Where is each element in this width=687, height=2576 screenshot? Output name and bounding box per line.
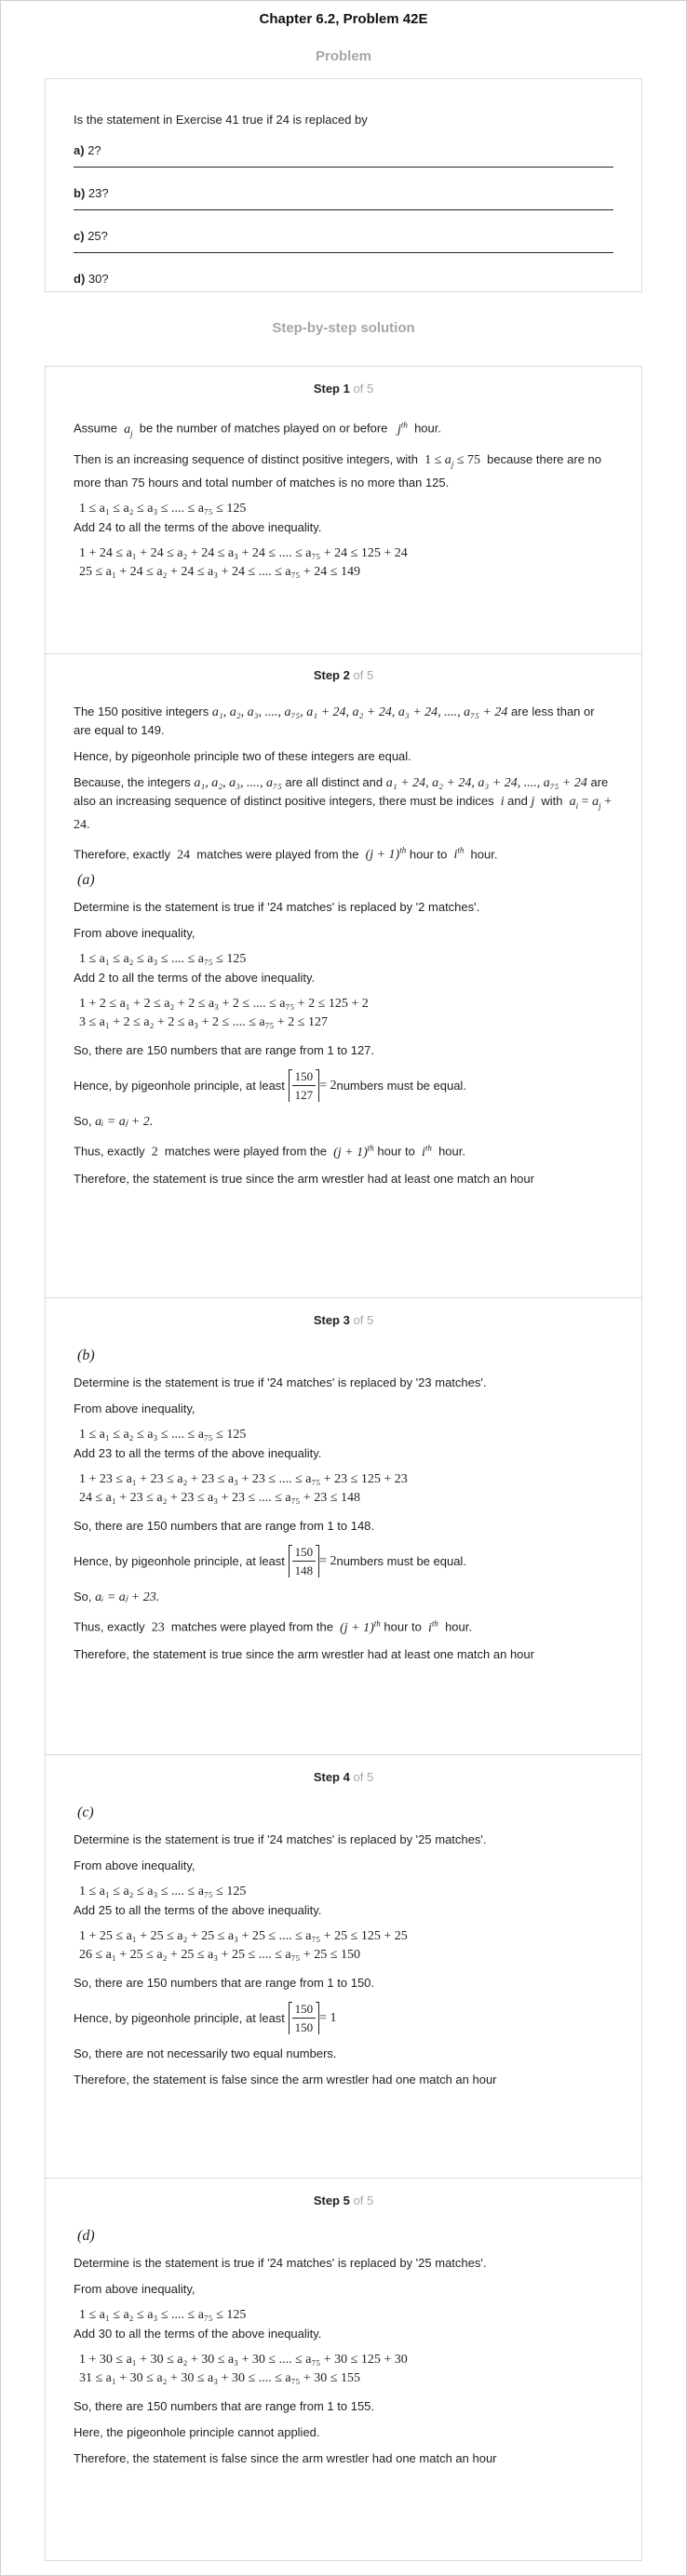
option-a: a) 2? bbox=[74, 138, 613, 168]
problem-statement: Is the statement in Exercise 41 true if … bbox=[74, 113, 368, 127]
inequality: 1 ≤ a₁ ≤ a₂ ≤ a₃ ≤ .... ≤ a₇₅ ≤ 125 bbox=[79, 1885, 247, 1898]
conclusion: Therefore, the statement is false since … bbox=[74, 2073, 497, 2086]
equation-line-2: 25 ≤ a₁ + 24 ≤ a₂ + 24 ≤ a₃ + 24 ≤ .... … bbox=[79, 565, 360, 580]
inequality: 1 ≤ a₁ ≤ a₂ ≤ a₃ ≤ .... ≤ a₇₅ ≤ 125 bbox=[79, 2308, 247, 2322]
step-heading: Step 2 of 5 bbox=[313, 668, 374, 682]
cannot-apply-line: Here, the pigeonhole principle cannot ap… bbox=[74, 2425, 320, 2439]
add-text: Add 24 to all the terms of the above ine… bbox=[74, 520, 322, 535]
page-title: Chapter 6.2, Problem 42E bbox=[259, 11, 428, 27]
step-2: Step 2 of 5 The 150 positive integers a₁… bbox=[45, 653, 642, 1298]
step-4: Step 4 of 5 (c) Determine is the stateme… bbox=[45, 1755, 642, 2179]
pigeonhole-line: Hence, by pigeonhole principle, at least… bbox=[74, 1067, 466, 1104]
thus-line: Thus, exactly 23 matches were played fro… bbox=[74, 1618, 472, 1635]
ceiling-fraction: 150 150 bbox=[288, 2000, 320, 2036]
equation-line-1: 1 + 24 ≤ a₁ + 24 ≤ a₂ + 24 ≤ a₃ + 24 ≤ .… bbox=[79, 546, 408, 561]
determine-line: Determine is the statement is true if '2… bbox=[74, 2256, 487, 2270]
option-c: c) 25? bbox=[74, 223, 613, 253]
problem-card: Is the statement in Exercise 41 true if … bbox=[45, 78, 642, 292]
conclusion: Therefore, the statement is true since t… bbox=[74, 1646, 534, 1661]
equation-line-2: 31 ≤ a₁ + 30 ≤ a₂ + 30 ≤ a₃ + 30 ≤ .... … bbox=[79, 2371, 360, 2385]
problem-section-title: Problem bbox=[315, 48, 371, 64]
add-text: Add 25 to all the terms of the above ine… bbox=[74, 1903, 322, 1917]
option-b: b) 23? bbox=[74, 181, 613, 210]
case-label: (d) bbox=[77, 2228, 95, 2244]
inequality: 1 ≤ a₁ ≤ a₂ ≤ a₃ ≤ .... ≤ a₇₅ ≤ 125 bbox=[79, 952, 247, 967]
step-heading: Step 4 of 5 bbox=[313, 1770, 374, 1784]
case-label: (c) bbox=[77, 1805, 94, 1820]
from-above: From above inequality, bbox=[74, 1402, 195, 1415]
thus-line: Thus, exactly 2 matches were played from… bbox=[74, 1143, 465, 1161]
add-text: Add 23 to all the terms of the above ine… bbox=[74, 1446, 322, 1460]
assume-line: Assume aj be the number of matches playe… bbox=[74, 420, 441, 438]
from-above: From above inequality, bbox=[74, 926, 195, 941]
step-5: Step 5 of 5 (d) Determine is the stateme… bbox=[45, 2179, 642, 2561]
so-line: So, aᵢ = aⱼ + 2. bbox=[74, 1114, 154, 1130]
option-d: d) 30? bbox=[74, 272, 109, 286]
sequence-line: Then is an increasing sequence of distin… bbox=[74, 452, 601, 490]
add-text: Add 30 to all the terms of the above ine… bbox=[74, 2327, 322, 2341]
equation-line-1: 1 + 25 ≤ a₁ + 25 ≤ a₂ + 25 ≤ a₃ + 25 ≤ .… bbox=[79, 1929, 408, 1943]
add-text: Add 2 to all the terms of the above ineq… bbox=[74, 971, 316, 986]
case-label: (a) bbox=[77, 872, 95, 889]
step-1: Step 1 of 5 Assume aj be the number of m… bbox=[45, 366, 642, 654]
equation-line-2: 24 ≤ a₁ + 23 ≤ a₂ + 23 ≤ a₃ + 23 ≤ .... … bbox=[79, 1491, 360, 1505]
determine-line: Determine is the statement is true if '2… bbox=[74, 900, 480, 915]
step-3: Step 3 of 5 (b) Determine is the stateme… bbox=[45, 1298, 642, 1755]
pigeonhole-line: Hence, by pigeonhole principle, at least… bbox=[74, 1543, 466, 1579]
solution-section-title: Step-by-step solution bbox=[272, 320, 415, 336]
pigeonhole-line: Hence, by pigeonhole principle, at least… bbox=[74, 2000, 337, 2036]
from-above: From above inequality, bbox=[74, 2282, 195, 2296]
range-line: So, there are 150 numbers that are range… bbox=[74, 1976, 375, 1990]
inequality: 1 ≤ a₁ ≤ a₂ ≤ a₃ ≤ .... ≤ a₇₅ ≤ 125 bbox=[79, 502, 247, 517]
range-line: So, there are 150 numbers that are range… bbox=[74, 2399, 375, 2413]
therefore-line: Therefore, exactly 24 matches were playe… bbox=[74, 845, 498, 863]
inequality: 1 ≤ a₁ ≤ a₂ ≤ a₃ ≤ .... ≤ a₇₅ ≤ 125 bbox=[79, 1428, 247, 1442]
from-above: From above inequality, bbox=[74, 1858, 195, 1872]
step-heading: Step 3 of 5 bbox=[313, 1313, 374, 1327]
determine-line: Determine is the statement is true if '2… bbox=[74, 1375, 487, 1389]
equation-line-1: 1 + 30 ≤ a₁ + 30 ≤ a₂ + 30 ≤ a₃ + 30 ≤ .… bbox=[79, 2353, 408, 2367]
equation-line-1: 1 + 2 ≤ a₁ + 2 ≤ a₂ + 2 ≤ a₃ + 2 ≤ .... … bbox=[79, 997, 369, 1012]
not-necessarily-line: So, there are not necessarily two equal … bbox=[74, 2046, 337, 2060]
step-heading: Step 5 of 5 bbox=[313, 2194, 374, 2207]
conclusion: Therefore, the statement is true since t… bbox=[74, 1172, 534, 1187]
case-label: (b) bbox=[77, 1348, 95, 1363]
equation-line-2: 3 ≤ a₁ + 2 ≤ a₂ + 2 ≤ a₃ + 2 ≤ .... ≤ a₇… bbox=[79, 1015, 328, 1030]
equation-line-2: 26 ≤ a₁ + 25 ≤ a₂ + 25 ≤ a₃ + 25 ≤ .... … bbox=[79, 1948, 360, 1962]
hence-line: Hence, by pigeonhole principle two of th… bbox=[74, 749, 411, 763]
conclusion: Therefore, the statement is false since … bbox=[74, 2451, 497, 2465]
ceiling-fraction: 150 127 bbox=[288, 1067, 320, 1104]
equation-line-1: 1 + 23 ≤ a₁ + 23 ≤ a₂ + 23 ≤ a₃ + 23 ≤ .… bbox=[79, 1472, 408, 1486]
determine-line: Determine is the statement is true if '2… bbox=[74, 1832, 487, 1846]
range-line: So, there are 150 numbers that are range… bbox=[74, 1519, 375, 1533]
range-line: So, there are 150 numbers that are range… bbox=[74, 1043, 375, 1058]
because-line: Because, the integers a₁, a₂, a₃, ...., … bbox=[74, 775, 612, 832]
so-line: So, aᵢ = aⱼ + 23. bbox=[74, 1590, 160, 1604]
integers-line: The 150 positive integers a₁, a₂, a₃, ..… bbox=[74, 704, 595, 737]
ceiling-fraction: 150 148 bbox=[288, 1543, 320, 1579]
step-heading: Step 1 of 5 bbox=[313, 382, 374, 396]
